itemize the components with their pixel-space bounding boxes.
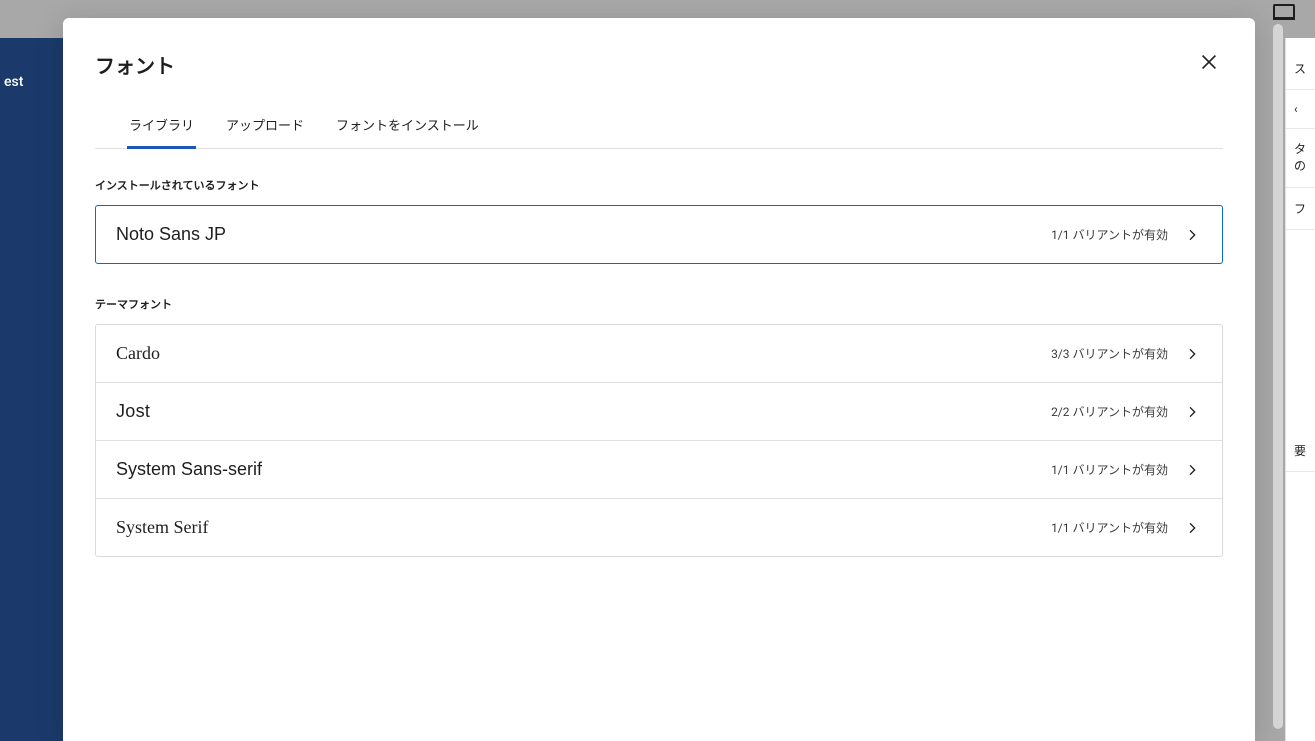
laptop-icon: [1273, 4, 1295, 20]
font-item-system-serif[interactable]: System Serif 1/1 バリアントが有効: [96, 499, 1222, 556]
close-button[interactable]: [1195, 48, 1223, 76]
font-item-cardo[interactable]: Cardo 3/3 バリアントが有効: [96, 325, 1222, 383]
font-name: Cardo: [116, 343, 160, 364]
background-scrollbar: [1273, 24, 1283, 729]
right-panel-item: ‹: [1286, 90, 1315, 129]
font-name: System Sans-serif: [116, 459, 262, 480]
variant-count: 1/1 バリアントが有効: [1051, 226, 1168, 243]
right-panel-item: フ: [1286, 188, 1315, 230]
close-icon: [1198, 51, 1220, 73]
font-item-jost[interactable]: Jost 2/2 バリアントが有効: [96, 383, 1222, 441]
left-sidebar-text: est: [4, 74, 23, 90]
background-left-sidebar: est: [0, 38, 63, 741]
font-name: Noto Sans JP: [116, 224, 226, 245]
right-panel-item: 要: [1286, 430, 1315, 472]
modal-body: インストールされているフォント Noto Sans JP 1/1 バリアントが有…: [63, 149, 1255, 617]
background-right-panel: ス ‹ タ の フ 要: [1285, 38, 1315, 741]
chevron-right-icon: [1182, 402, 1202, 422]
font-item-meta: 1/1 バリアントが有効: [1051, 225, 1202, 245]
font-item-noto-sans-jp[interactable]: Noto Sans JP 1/1 バリアントが有効: [96, 206, 1222, 263]
font-item-meta: 1/1 バリアントが有効: [1051, 518, 1202, 538]
font-item-meta: 2/2 バリアントが有効: [1051, 402, 1202, 422]
chevron-right-icon: [1182, 225, 1202, 245]
variant-count: 3/3 バリアントが有効: [1051, 345, 1168, 362]
tab-install[interactable]: フォントをインストール: [334, 105, 481, 148]
chevron-right-icon: [1182, 518, 1202, 538]
section-label-installed: インストールされているフォント: [95, 177, 1223, 193]
font-name: System Serif: [116, 517, 209, 538]
installed-font-list: Noto Sans JP 1/1 バリアントが有効: [95, 205, 1223, 264]
font-item-system-sans[interactable]: System Sans-serif 1/1 バリアントが有効: [96, 441, 1222, 499]
tab-upload[interactable]: アップロード: [224, 105, 306, 148]
font-item-meta: 1/1 バリアントが有効: [1051, 460, 1202, 480]
section-label-theme: テーマフォント: [95, 296, 1223, 312]
right-panel-item: タ の: [1286, 129, 1315, 188]
chevron-right-icon: [1182, 460, 1202, 480]
font-item-meta: 3/3 バリアントが有効: [1051, 344, 1202, 364]
font-name: Jost: [116, 401, 150, 422]
theme-font-list: Cardo 3/3 バリアントが有効 Jost 2/2 バリアントが有効 Sys…: [95, 324, 1223, 557]
modal-header: フォント ライブラリ アップロード フォントをインストール: [63, 18, 1255, 149]
right-panel-item: ス: [1286, 48, 1315, 90]
tab-library[interactable]: ライブラリ: [127, 105, 196, 148]
variant-count: 1/1 バリアントが有効: [1051, 519, 1168, 536]
tabs: ライブラリ アップロード フォントをインストール: [95, 105, 1223, 149]
variant-count: 2/2 バリアントが有効: [1051, 403, 1168, 420]
fonts-modal: フォント ライブラリ アップロード フォントをインストール インストールされてい…: [63, 18, 1255, 741]
modal-title: フォント: [95, 50, 1223, 79]
variant-count: 1/1 バリアントが有効: [1051, 461, 1168, 478]
chevron-right-icon: [1182, 344, 1202, 364]
